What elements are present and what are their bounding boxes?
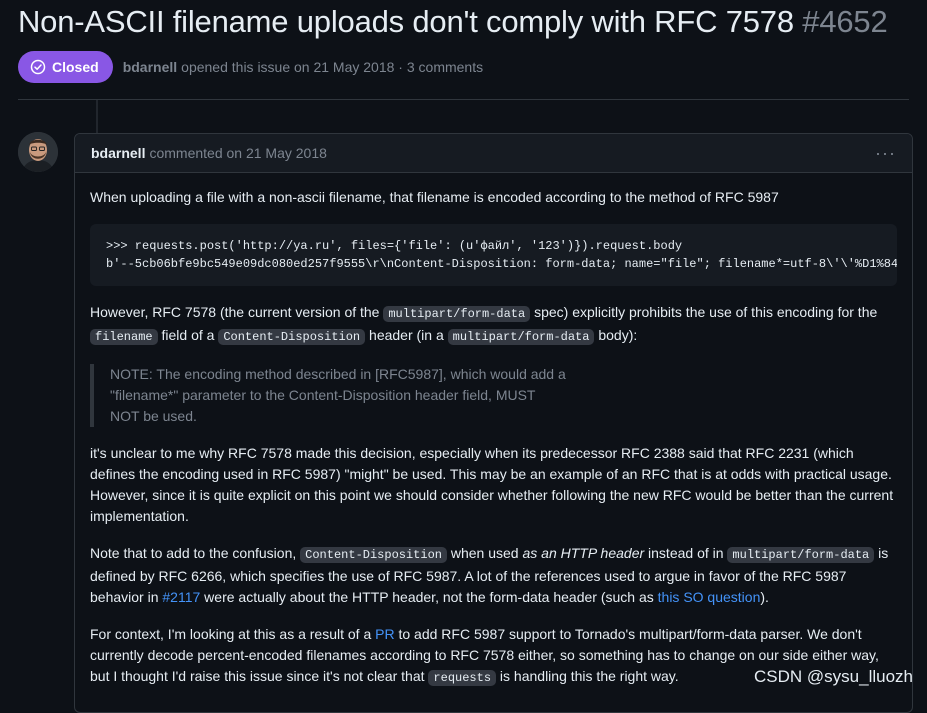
avatar[interactable] [18,132,58,172]
issue-author-link[interactable]: bdarnell [123,59,177,75]
user-avatar-icon [18,132,58,172]
status-label: Closed [52,59,99,75]
text-run: when used [446,545,523,561]
paragraph-confusion: Note that to add to the confusion, Conte… [90,543,897,608]
inline-code: multipart/form-data [447,329,595,345]
blockquote: NOTE: The encoding method described in [… [90,364,897,427]
quote-line: "filename*" parameter to the Content-Dis… [110,387,536,403]
inline-code: multipart/form-data [383,306,531,322]
issue-opened-text: opened this issue on 21 May 2018 · 3 com… [181,59,484,75]
paragraph-unclear: it's unclear to me why RFC 7578 made thi… [90,445,894,524]
text-run: header (in a [365,327,448,343]
comment-date[interactable]: commented on 21 May 2018 [149,145,326,161]
issue-number: #4652 [802,4,888,39]
comment-box: bdarnell commented on 21 May 2018 ··· Wh… [74,133,913,713]
comment-author-link[interactable]: bdarnell [91,145,145,161]
text-run: field of a [157,327,219,343]
kebab-menu-icon[interactable]: ··· [875,143,896,164]
timeline-line [96,100,98,134]
text-run: instead of in [644,545,728,561]
inline-code: filename [90,329,158,345]
issue-link-2117[interactable]: #2117 [162,589,200,605]
inline-code: Content-Disposition [218,329,366,345]
comment-header: bdarnell commented on 21 May 2018 ··· [75,134,912,173]
watermark: CSDN @sysu_lluozh [754,667,913,686]
text-run: For context, I'm looking at this as a re… [90,626,376,642]
inline-code: multipart/form-data [727,547,875,563]
inline-code: requests [428,670,497,686]
issue-meta: Closed bdarnell opened this issue on 21 … [18,51,483,83]
text-run: were actually about the HTTP header, not… [200,589,658,605]
so-question-link[interactable]: this SO question [658,589,761,605]
code-line: >>> requests.post('http://ya.ru', files=… [106,239,683,253]
status-badge: Closed [18,51,113,83]
paragraph-intro: When uploading a file with a non-ascii f… [90,189,779,205]
issue-title-text: Non-ASCII filename uploads don't comply … [18,4,794,39]
text-run: Note that to add to the confusion, [90,545,301,561]
text-run: is handling this the right way. [496,668,679,684]
pr-link[interactable]: PR [375,626,394,642]
text-run: However, RFC 7578 (the current version o… [90,304,384,320]
emphasis-text: as an HTTP header [522,545,645,561]
text-run: body): [594,327,638,343]
issue-title: Non-ASCII filename uploads don't comply … [18,4,888,40]
text-run: spec) explicitly prohibits the use of th… [530,304,878,320]
code-block: >>> requests.post('http://ya.ru', files=… [90,224,897,286]
paragraph-rfc7578: However, RFC 7578 (the current version o… [90,302,897,348]
code-line: b'--5cb06bfe9bc549e09dc080ed257f9555\r\n… [106,257,897,271]
text-run: ). [760,589,769,605]
quote-line: NOT be used. [110,408,197,424]
closed-circle-check-icon [30,59,46,75]
comment-body: When uploading a file with a non-ascii f… [75,173,912,689]
inline-code: Content-Disposition [300,547,447,563]
quote-line: NOTE: The encoding method described in [… [110,366,566,382]
header-divider [18,99,909,100]
